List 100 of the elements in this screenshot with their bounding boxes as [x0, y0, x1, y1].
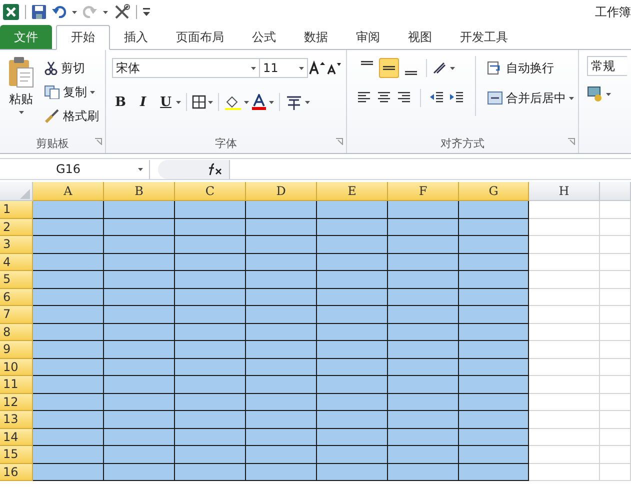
selected-cell[interactable]	[104, 254, 175, 271]
row-header[interactable]: 6	[0, 288, 33, 306]
paste-button[interactable]: 粘贴	[9, 91, 33, 108]
spreadsheet-logo-icon[interactable]	[3, 4, 19, 20]
selected-cell[interactable]	[388, 376, 459, 394]
cell[interactable]	[600, 306, 631, 324]
selected-cell[interactable]	[459, 411, 529, 428]
selected-cell[interactable]	[388, 306, 459, 324]
column-header[interactable]: G	[459, 182, 529, 201]
row-header[interactable]: 11	[0, 376, 33, 394]
row-header[interactable]: 15	[0, 446, 33, 464]
align-center-icon[interactable]	[377, 91, 391, 105]
selected-cell[interactable]	[104, 306, 175, 324]
selected-cell[interactable]	[459, 201, 529, 218]
cell[interactable]	[529, 464, 600, 481]
selected-cell[interactable]	[33, 464, 104, 481]
dialog-launcher-icon[interactable]	[95, 138, 102, 145]
selected-cell[interactable]	[33, 358, 104, 376]
selected-cell[interactable]	[104, 218, 175, 236]
column-header[interactable]: A	[33, 182, 104, 201]
selected-cell[interactable]	[246, 464, 317, 481]
merge-center-button[interactable]: 合并后居中	[487, 86, 574, 110]
selected-cell[interactable]	[33, 324, 104, 341]
font-size-field[interactable]: 11	[260, 58, 308, 78]
caret-icon[interactable]	[569, 96, 574, 100]
selected-cell[interactable]	[459, 394, 529, 411]
selected-cell[interactable]	[388, 201, 459, 218]
cell[interactable]	[529, 358, 600, 376]
selected-cell[interactable]	[246, 428, 317, 446]
row-header[interactable]: 13	[0, 411, 33, 428]
row-header[interactable]: 7	[0, 306, 33, 324]
wrap-text-button[interactable]: 自动换行	[487, 56, 574, 80]
selected-cell[interactable]	[459, 376, 529, 394]
selected-cell[interactable]	[317, 411, 388, 428]
selected-cell[interactable]	[246, 218, 317, 236]
column-header[interactable]: H	[529, 182, 600, 201]
selected-cell[interactable]	[388, 394, 459, 411]
cell[interactable]	[529, 288, 600, 306]
cell[interactable]	[600, 271, 631, 288]
caret-icon[interactable]	[18, 111, 24, 114]
selected-cell[interactable]	[246, 271, 317, 288]
dialog-launcher-icon[interactable]	[336, 138, 343, 145]
selected-cell[interactable]	[175, 201, 246, 218]
selected-cell[interactable]	[104, 288, 175, 306]
selected-cell[interactable]	[317, 464, 388, 481]
column-header[interactable]: E	[317, 182, 388, 201]
decrease-indent-icon[interactable]	[430, 91, 444, 105]
selected-cell[interactable]	[104, 358, 175, 376]
cell[interactable]	[529, 201, 600, 218]
caret-icon[interactable]	[305, 100, 310, 104]
row-header[interactable]: 3	[0, 236, 33, 254]
ribbon-tab[interactable]: 数据	[290, 25, 342, 49]
selected-cell[interactable]	[317, 341, 388, 358]
customize-toolbar-icon[interactable]	[143, 8, 150, 16]
column-header[interactable]: B	[104, 182, 175, 201]
selected-cell[interactable]	[33, 218, 104, 236]
selected-cell[interactable]	[33, 271, 104, 288]
number-format-field[interactable]: 常规	[587, 56, 627, 76]
align-left-icon[interactable]	[357, 91, 371, 105]
bold-button[interactable]: B	[112, 94, 129, 110]
cell[interactable]	[600, 254, 631, 271]
selected-cell[interactable]	[459, 341, 529, 358]
row-header[interactable]: 5	[0, 271, 33, 288]
cell[interactable]	[529, 271, 600, 288]
selected-cell[interactable]	[175, 446, 246, 464]
cell[interactable]	[600, 236, 631, 254]
selected-cell[interactable]	[33, 394, 104, 411]
cell[interactable]	[600, 218, 631, 236]
selected-cell[interactable]	[459, 446, 529, 464]
selected-cell[interactable]	[246, 341, 317, 358]
italic-button[interactable]: I	[137, 94, 150, 110]
selected-cell[interactable]	[317, 324, 388, 341]
row-header[interactable]: 2	[0, 218, 33, 236]
caret-icon[interactable]	[244, 100, 250, 104]
selected-cell[interactable]	[317, 254, 388, 271]
selected-cell[interactable]	[459, 464, 529, 481]
orientation-icon[interactable]	[432, 61, 448, 75]
selected-cell[interactable]	[33, 341, 104, 358]
selected-cell[interactable]	[33, 236, 104, 254]
format-painter-button[interactable]: 格式刷	[44, 104, 99, 128]
selected-cell[interactable]	[246, 288, 317, 306]
file-tab[interactable]: 文件	[0, 25, 52, 49]
column-header[interactable]: D	[246, 182, 317, 201]
selected-cell[interactable]	[175, 394, 246, 411]
copy-button[interactable]: 复制	[44, 80, 99, 104]
cell[interactable]	[529, 218, 600, 236]
selected-cell[interactable]	[175, 306, 246, 324]
increase-indent-icon[interactable]	[450, 91, 464, 105]
cell[interactable]	[529, 306, 600, 324]
selected-cell[interactable]	[33, 446, 104, 464]
row-header[interactable]: 14	[0, 428, 33, 446]
selected-cell[interactable]	[33, 411, 104, 428]
cell[interactable]	[529, 341, 600, 358]
caret-icon[interactable]	[208, 100, 214, 104]
selected-cell[interactable]	[246, 376, 317, 394]
selected-cell[interactable]	[459, 236, 529, 254]
align-right-icon[interactable]	[397, 91, 411, 105]
selected-cell[interactable]	[459, 428, 529, 446]
selected-cell[interactable]	[388, 236, 459, 254]
selected-cell[interactable]	[104, 411, 175, 428]
